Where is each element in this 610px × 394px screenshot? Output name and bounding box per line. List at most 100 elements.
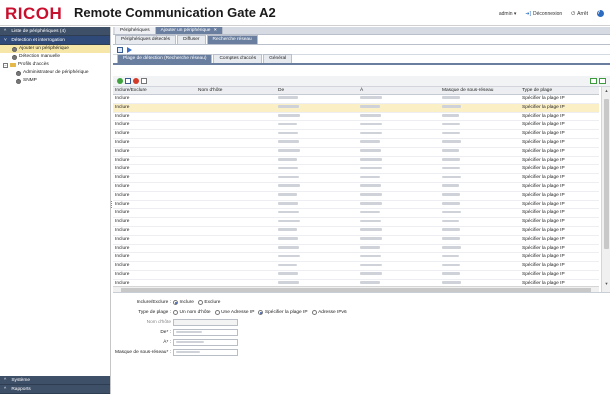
hostname-cell [196, 191, 276, 201]
table-row[interactable]: Inclure Spécifier la plage IP [113, 94, 599, 104]
table-row[interactable]: Inclure Spécifier la plage IP [113, 244, 599, 254]
tab-broadcast[interactable]: Diffuser [177, 35, 206, 44]
table-row[interactable]: Inclure Spécifier la plage IP [113, 217, 599, 227]
tab-discovery-range[interactable]: Plage de détection (Recherche réseau) [117, 54, 213, 63]
table-row[interactable]: Inclure Spécifier la plage IP [113, 164, 599, 175]
sidebar-section-discovery[interactable]: ˅ Détection et interrogation [0, 36, 110, 45]
save-icon[interactable] [117, 46, 123, 53]
delete-icon[interactable] [133, 78, 139, 84]
tab-discovered-devices[interactable]: Périphériques détectés [115, 35, 177, 44]
scroll-up-icon[interactable]: ▲ [604, 88, 609, 93]
table-row[interactable]: Inclure Spécifier la plage IP [113, 112, 599, 122]
sidebar-item-manual-discovery[interactable]: Détection manuelle [0, 53, 110, 61]
table-row[interactable]: Inclure Spécifier la plage IP [113, 252, 599, 263]
exclude-radio[interactable]: Exclure [197, 299, 220, 305]
sidebar-item-add-device[interactable]: Ajouter un périphérique [0, 45, 110, 53]
scrollbar-thumb[interactable] [604, 99, 609, 249]
to-ip-field[interactable] [173, 338, 238, 346]
from-ip-cell [276, 112, 358, 122]
from-ip-cell [276, 94, 358, 104]
subnet-cell [440, 244, 520, 254]
include-cell: Inclure [113, 112, 196, 122]
column-header[interactable]: À [358, 87, 440, 95]
range-type-radio[interactable]: Spécifier la plage IP [258, 309, 308, 315]
from-ip-cell [276, 103, 358, 113]
from-ip-field[interactable] [173, 328, 238, 336]
table-row[interactable]: Inclure Spécifier la plage IP [113, 120, 599, 131]
tab-access-accounts[interactable]: Comptes d'accès [213, 54, 263, 63]
hostname-cell [196, 226, 276, 236]
hostname-cell [196, 217, 276, 227]
table-row[interactable]: Inclure Spécifier la plage IP [113, 129, 599, 139]
hostname-cell [196, 235, 276, 245]
add-icon[interactable] [117, 78, 123, 84]
collapse-icon[interactable]: − [3, 62, 8, 68]
radio-dot [258, 309, 264, 315]
vertical-scrollbar[interactable]: ▲ ▼ [601, 87, 610, 292]
column-header[interactable]: Inclure/Exclure [113, 87, 196, 95]
hostname-cell [196, 103, 276, 113]
subnet-mask-field[interactable] [173, 348, 238, 356]
range-type-cell: Spécifier la plage IP [520, 156, 599, 166]
import-icon[interactable] [590, 78, 597, 84]
scrollbar-thumb[interactable] [121, 288, 591, 292]
logout-button[interactable]: ➜] Déconnexion [525, 11, 562, 17]
tree-item-snmp[interactable]: SNMP [0, 77, 110, 85]
column-header[interactable]: Masque de sous-réseau [440, 87, 520, 95]
edit-icon[interactable] [125, 78, 131, 84]
table-row[interactable]: Inclure Spécifier la plage IP [113, 182, 599, 192]
range-type-radio[interactable]: Adresse IPv6 [311, 309, 347, 315]
table-row[interactable]: Inclure Spécifier la plage IP [113, 156, 599, 166]
include-cell: Inclure [113, 138, 196, 148]
table-row[interactable]: Inclure Spécifier la plage IP [113, 173, 599, 183]
scroll-down-icon[interactable]: ▼ [604, 281, 609, 286]
run-icon[interactable] [127, 46, 132, 53]
tree-item-label: SNMP [23, 78, 37, 83]
gear-icon [16, 70, 21, 76]
table-row[interactable]: Inclure Spécifier la plage IP [113, 191, 599, 201]
column-header[interactable]: Type de plage [520, 87, 599, 95]
table-row[interactable]: Inclure Spécifier la plage IP [113, 226, 599, 236]
column-header[interactable]: De [276, 87, 358, 95]
range-type-radio[interactable]: Un nom d'hôte [173, 309, 211, 315]
radio-dot [173, 309, 178, 315]
close-icon[interactable]: × [214, 28, 217, 33]
sidebar-section-device-list[interactable]: ^ Liste de périphériques (4) [0, 27, 110, 36]
table-row[interactable]: Inclure Spécifier la plage IP [113, 261, 599, 271]
tab-add-device[interactable]: Ajouter un périphérique × [155, 27, 223, 34]
hostname-cell [196, 182, 276, 192]
shutdown-button[interactable]: ⏻ Arrêt [571, 11, 588, 17]
table-row[interactable]: Inclure Spécifier la plage IP [113, 200, 599, 210]
tree-item-device-admin[interactable]: Administrateur de périphérique [0, 69, 110, 77]
tab-network-search[interactable]: Recherche réseau [206, 35, 258, 44]
table-row[interactable]: Inclure Spécifier la plage IP [113, 235, 599, 245]
table-row[interactable]: Inclure Spécifier la plage IP [113, 270, 599, 280]
to-ip-cell [358, 120, 440, 131]
table-row[interactable]: Inclure Spécifier la plage IP [113, 103, 599, 113]
copy-icon[interactable] [141, 78, 147, 84]
range-type-cell: Spécifier la plage IP [520, 252, 599, 263]
include-cell: Inclure [113, 173, 196, 183]
table-row[interactable]: Inclure Spécifier la plage IP [113, 147, 599, 157]
range-type-radio[interactable]: Une Adresse IP [214, 309, 254, 315]
hostname-cell [196, 270, 276, 280]
hostname-field[interactable] [173, 318, 238, 326]
discovery-tabs: Périphériques détectés Diffuser Recherch… [113, 35, 610, 45]
column-header[interactable]: Nom d'hôte [196, 87, 276, 95]
subnet-cell [440, 173, 520, 183]
include-radio[interactable]: Inclure [173, 299, 194, 305]
horizontal-scrollbar[interactable] [113, 286, 599, 292]
tab-general[interactable]: Général [263, 54, 293, 63]
tab-devices[interactable]: Périphériques [115, 27, 156, 34]
table-row[interactable]: Inclure Spécifier la plage IP [113, 138, 599, 148]
from-ip-cell [276, 147, 358, 157]
table-row[interactable]: Inclure Spécifier la plage IP [113, 208, 599, 219]
sidebar-section-reports[interactable]: ^ Rapports [0, 385, 110, 394]
user-menu[interactable]: admin ▾ [499, 11, 517, 17]
help-icon[interactable]: ? [597, 10, 604, 17]
tree-item-access-profiles[interactable]: − Profils d'accès [0, 61, 110, 69]
export-icon[interactable] [599, 78, 606, 84]
from-ip-cell [276, 235, 358, 245]
sidebar-section-system[interactable]: ^ Système [0, 376, 110, 385]
subnet-cell [440, 129, 520, 139]
